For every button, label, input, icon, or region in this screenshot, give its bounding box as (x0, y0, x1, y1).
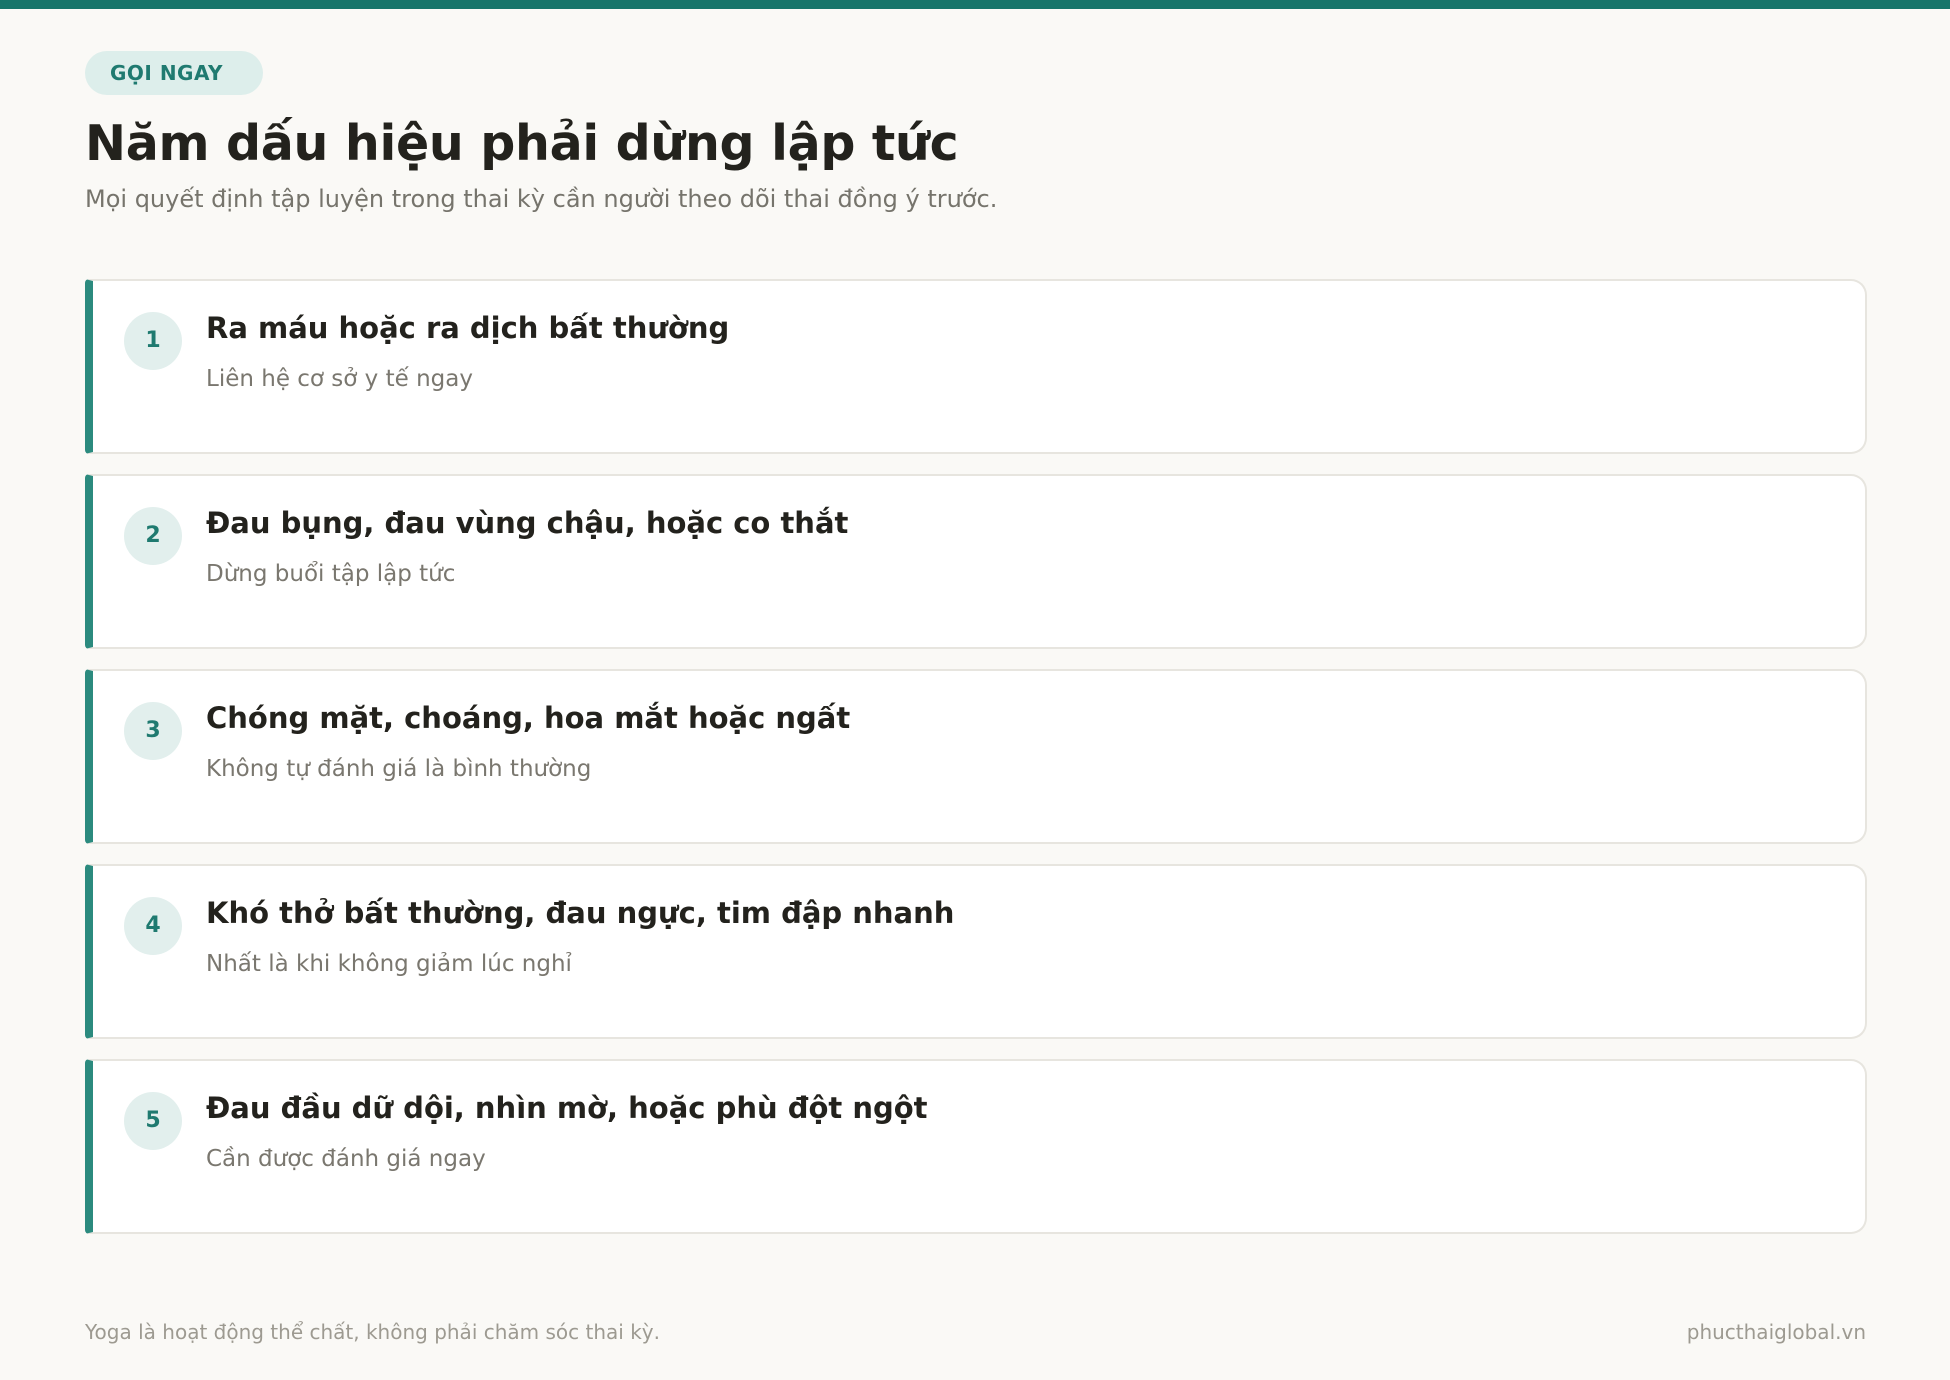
footer-disclaimer: Yoga là hoạt động thể chất, không phải c… (85, 1320, 660, 1344)
main-content: GỌI NGAY Năm dấu hiệu phải dừng lập tức … (85, 51, 1867, 1234)
sign-title: Đau bụng, đau vùng chậu, hoặc co thắt (206, 506, 849, 540)
warning-sign-card: 4 Khó thở bất thường, đau ngực, tim đập … (85, 864, 1867, 1039)
page-subtitle: Mọi quyết định tập luyện trong thai kỳ c… (85, 184, 998, 213)
sign-number-badge: 1 (124, 312, 182, 370)
sign-detail: Nhất là khi không giảm lúc nghỉ (206, 951, 572, 977)
warning-signs-list: 1 Ra máu hoặc ra dịch bất thường Liên hệ… (85, 279, 1867, 1254)
sign-title: Ra máu hoặc ra dịch bất thường (206, 311, 730, 345)
sign-number-badge: 2 (124, 507, 182, 565)
warning-sign-card: 3 Chóng mặt, choáng, hoa mắt hoặc ngất K… (85, 669, 1867, 844)
sign-title: Khó thở bất thường, đau ngực, tim đập nh… (206, 896, 955, 930)
sign-title: Chóng mặt, choáng, hoa mắt hoặc ngất (206, 701, 851, 735)
top-accent-bar (0, 0, 1950, 9)
warning-sign-card: 5 Đau đầu dữ dội, nhìn mờ, hoặc phù đột … (85, 1059, 1867, 1234)
call-now-badge: GỌI NGAY (85, 51, 264, 95)
page-title: Năm dấu hiệu phải dừng lập tức (85, 115, 959, 172)
sign-detail: Dừng buổi tập lập tức (206, 561, 456, 587)
warning-sign-card: 2 Đau bụng, đau vùng chậu, hoặc co thắt … (85, 474, 1867, 649)
sign-detail: Không tự đánh giá là bình thường (206, 756, 592, 782)
sign-number-badge: 4 (124, 897, 182, 955)
sign-number-badge: 5 (124, 1092, 182, 1150)
sign-detail: Cần được đánh giá ngay (206, 1146, 486, 1172)
warning-sign-card: 1 Ra máu hoặc ra dịch bất thường Liên hệ… (85, 279, 1867, 454)
sign-number-badge: 3 (124, 702, 182, 760)
footer-site-name: phucthaiglobal.vn (1686, 1320, 1866, 1344)
sign-detail: Liên hệ cơ sở y tế ngay (206, 366, 473, 392)
sign-title: Đau đầu dữ dội, nhìn mờ, hoặc phù đột ng… (206, 1091, 928, 1125)
